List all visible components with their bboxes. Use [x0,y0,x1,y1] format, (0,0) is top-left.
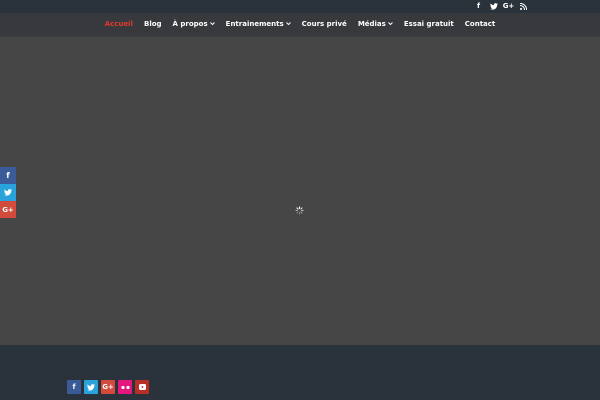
youtube-icon[interactable] [135,380,149,394]
nav-item-label: Contact [464,20,496,28]
rss-icon[interactable] [519,2,528,11]
main-navigation-bar: Accueil Blog À propos Entrainements Cour… [0,13,600,37]
nav-item-a-propos[interactable]: À propos [167,20,220,28]
nav-item-label: Essai gratuit [403,20,454,28]
floating-share-bar: f G+ [0,167,16,218]
facebook-share-icon[interactable]: f [0,167,16,184]
facebook-icon[interactable]: f [474,2,483,11]
chevron-down-icon [387,22,393,28]
twitter-share-icon[interactable] [0,184,16,201]
nav-item-cours-prive[interactable]: Cours privé [296,20,352,28]
facebook-icon[interactable]: f [67,380,81,394]
nav-item-label: À propos [172,20,208,28]
top-bar: f G+ [0,0,600,13]
nav-item-label: Entrainements [225,20,284,28]
main-content-area [0,38,600,345]
flickr-icon[interactable] [118,380,132,394]
nav-item-label: Cours privé [301,20,347,28]
nav-item-contact[interactable]: Contact [459,20,501,28]
nav-item-entrainements[interactable]: Entrainements [220,20,296,28]
nav-item-medias[interactable]: Médias [352,20,398,28]
nav-item-label: Accueil [104,20,133,28]
nav-item-label: Blog [143,20,162,28]
nav-item-accueil[interactable]: Accueil [99,20,138,28]
nav-item-label: Médias [357,20,386,28]
main-menu: Accueil Blog À propos Entrainements Cour… [0,13,600,35]
google-plus-share-icon[interactable]: G+ [0,201,16,218]
google-plus-icon[interactable]: G+ [101,380,115,394]
twitter-icon[interactable] [489,2,498,11]
twitter-icon[interactable] [84,380,98,394]
nav-item-blog[interactable]: Blog [138,20,167,28]
chevron-down-icon [285,22,291,28]
footer: f G+ [0,345,600,400]
footer-social-links: f G+ [67,380,149,394]
loading-spinner-icon [295,206,304,215]
chevron-down-icon [209,22,215,28]
nav-item-essai-gratuit[interactable]: Essai gratuit [398,20,459,28]
top-social-links: f G+ [474,0,528,13]
google-plus-icon[interactable]: G+ [503,2,515,11]
